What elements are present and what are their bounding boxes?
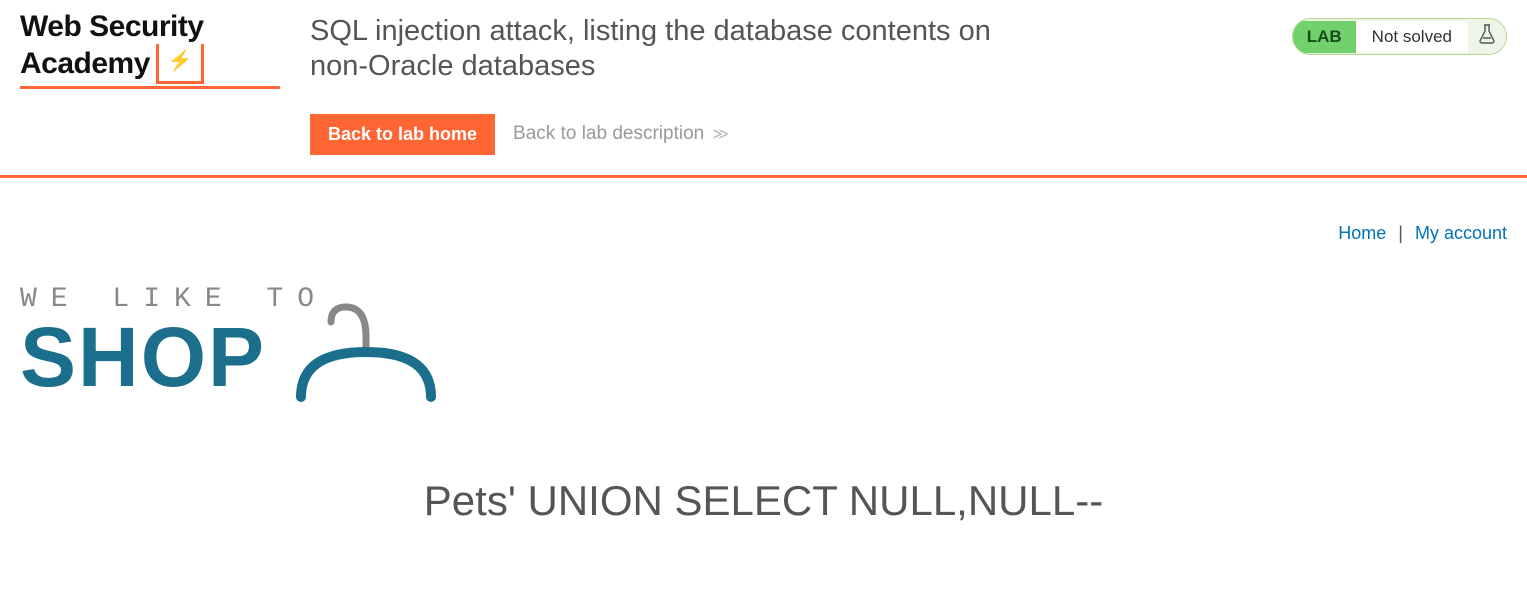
lab-badge: LAB	[1293, 21, 1356, 53]
lab-title: SQL injection attack, listing the databa…	[310, 14, 1030, 84]
chevron-right-icon: ≫	[712, 124, 725, 144]
shop-big-text: SHOP	[20, 315, 266, 399]
flask-icon	[1468, 19, 1506, 54]
hanger-icon	[286, 297, 446, 417]
status-block: LAB Not solved	[1292, 10, 1507, 55]
lab-status-pill: LAB Not solved	[1292, 18, 1507, 55]
back-desc-label: Back to lab description	[513, 123, 704, 145]
nav-home-link[interactable]: Home	[1338, 223, 1386, 244]
back-to-lab-description-link[interactable]: Back to lab description ≫	[513, 123, 725, 145]
page-nav: Home | My account	[0, 178, 1527, 254]
logo-underline	[20, 86, 280, 89]
lab-header: Web Security Academy ⚡ SQL injection att…	[0, 0, 1527, 178]
page-heading: Pets' UNION SELECT NULL,NULL--	[0, 477, 1527, 525]
logo-text-line1: Web Security	[20, 10, 280, 44]
logo-bracket-icon: ⚡	[156, 44, 204, 84]
nav-separator: |	[1394, 223, 1407, 244]
title-block: SQL injection attack, listing the databa…	[310, 10, 1292, 155]
lab-status-text: Not solved	[1356, 21, 1468, 53]
shop-logo-block: WE LIKE TO SHOP	[0, 254, 1527, 427]
academy-logo[interactable]: Web Security Academy ⚡	[20, 10, 310, 89]
back-to-lab-home-button[interactable]: Back to lab home	[310, 114, 495, 155]
button-row: Back to lab home Back to lab description…	[310, 114, 1292, 155]
logo-text-line2: Academy	[20, 47, 150, 81]
nav-my-account-link[interactable]: My account	[1415, 223, 1507, 244]
